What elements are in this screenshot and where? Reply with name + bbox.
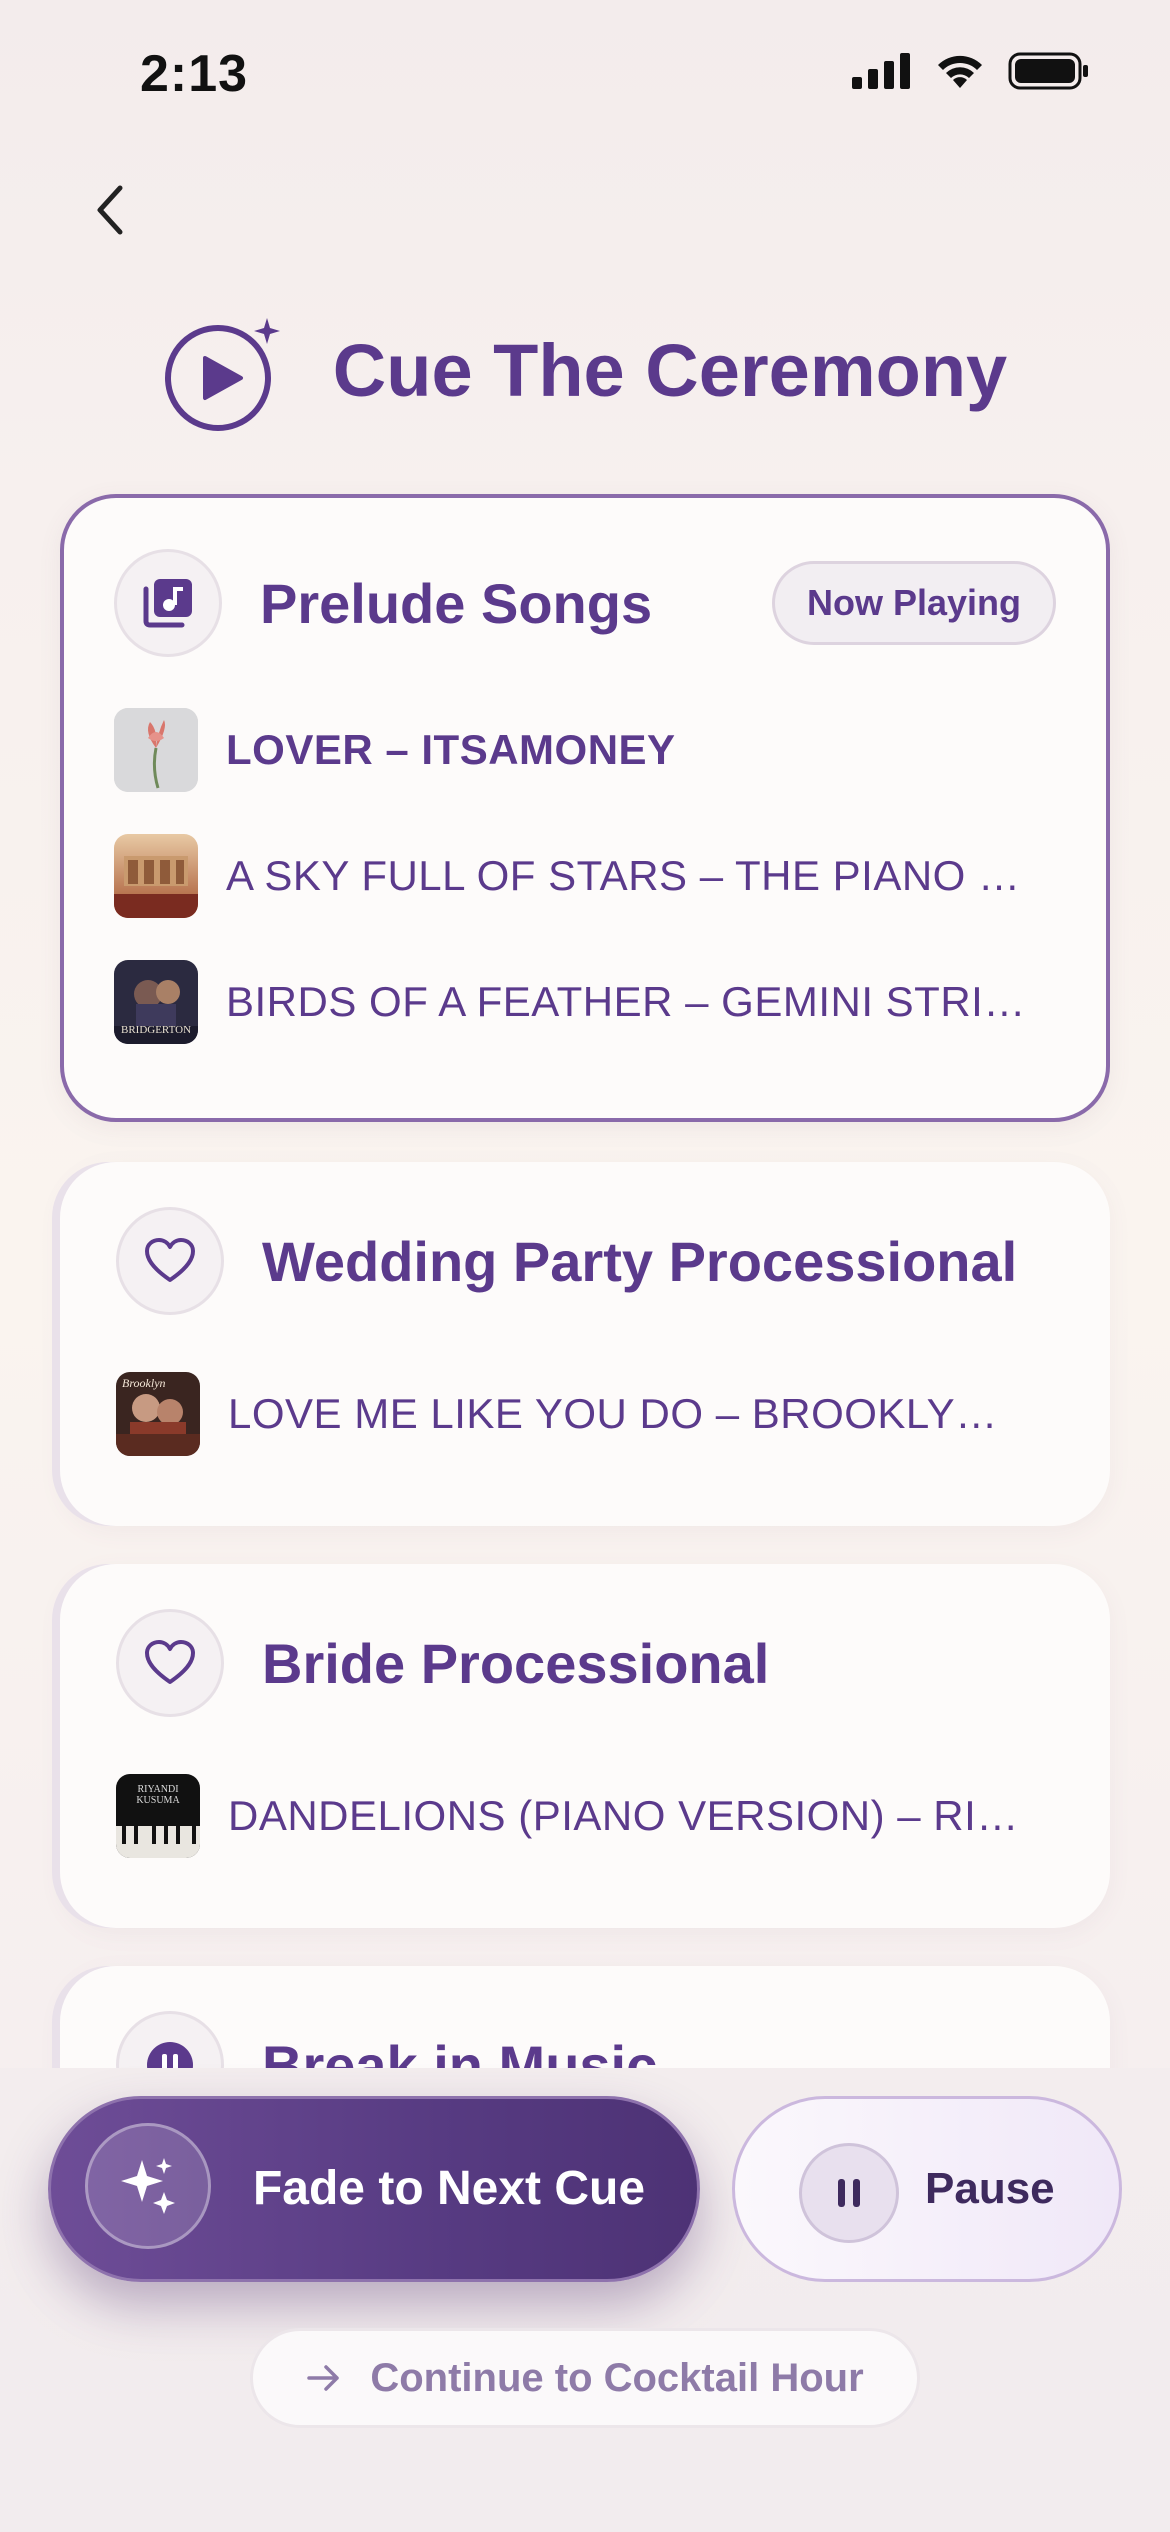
arrow-right-icon: [307, 2365, 340, 2391]
album-art-flower: [114, 708, 198, 792]
cellular-signal-icon: [852, 53, 910, 89]
track-label: BIRDS OF A FEATHER – GEMINI STRINGS: [226, 978, 1026, 1025]
cue-title: Wedding Party Processional: [262, 1229, 1018, 1293]
track-label: DANDELIONS (PIANO VERSION) – RIYANDI KUS…: [228, 1792, 1028, 1839]
play-sparkle-icon: [163, 310, 283, 431]
album-art-piano: [114, 834, 198, 918]
heart-icon: [116, 1207, 224, 1315]
heart-icon: [116, 1609, 224, 1717]
page-header: Cue The Ceremony: [0, 300, 1170, 440]
cue-card-bride[interactable]: Bride Processional RIYANDI KUSUMA DANDEL…: [60, 1564, 1110, 1928]
track-list: LOVER – ITSAMONEY A SKY FULL OF STARS – …: [114, 708, 1056, 1086]
pause-icon: [799, 2143, 899, 2243]
track-row[interactable]: A SKY FULL OF STARS – THE PIANO GUYS: [114, 834, 1056, 918]
track-label: LOVER – ITSAMONEY: [226, 726, 676, 773]
track-label: LOVE ME LIKE YOU DO – BROOKLYN DUO: [228, 1390, 1028, 1437]
back-button[interactable]: [80, 180, 140, 240]
album-art-bridgerton: BRIDGERTON: [114, 960, 198, 1044]
album-art-text: BRIDGERTON: [120, 1024, 192, 1036]
wifi-icon: [938, 55, 982, 88]
track-row[interactable]: RIYANDI KUSUMA DANDELIONS (PIANO VERSION…: [116, 1774, 1060, 1858]
track-row[interactable]: LOVER – ITSAMONEY: [114, 708, 1056, 792]
album-art-text: Brooklyn: [122, 1376, 166, 1390]
cue-card-prelude[interactable]: Prelude Songs Now Playing LOVER – ITSAMO…: [60, 494, 1110, 1122]
cue-card-wedding-party[interactable]: Wedding Party Processional Brooklyn LOVE…: [60, 1162, 1110, 1526]
sparkles-icon: [85, 2123, 211, 2249]
continue-to-cocktail-hour-button[interactable]: Continue to Cocktail Hour: [250, 2328, 920, 2428]
cue-title: Bride Processional: [262, 1631, 770, 1695]
status-icons: [852, 52, 1090, 90]
status-time: 2:13: [140, 45, 249, 103]
chevron-left-icon: [97, 185, 123, 235]
album-art-brooklyn: Brooklyn: [116, 1372, 200, 1456]
cue-title: Prelude Songs: [260, 571, 653, 635]
track-row[interactable]: Brooklyn LOVE ME LIKE YOU DO – BROOKLYN …: [116, 1372, 1060, 1456]
cue-card-header: Wedding Party Processional: [116, 1206, 1060, 1316]
track-list: Brooklyn LOVE ME LIKE YOU DO – BROOKLYN …: [116, 1372, 1060, 1498]
battery-icon: [1008, 52, 1088, 90]
pause-button[interactable]: Pause: [732, 2096, 1122, 2282]
track-row[interactable]: BRIDGERTON BIRDS OF A FEATHER – GEMINI S…: [114, 960, 1056, 1044]
page-title: Cue The Ceremony: [332, 328, 1008, 412]
now-playing-badge: Now Playing: [771, 561, 1056, 645]
cue-card-header: Bride Processional: [116, 1608, 1060, 1718]
status-bar: 2:13: [0, 0, 1170, 150]
music-library-icon: [114, 549, 222, 657]
cue-card-header: Prelude Songs Now Playing: [114, 548, 1056, 658]
track-label: A SKY FULL OF STARS – THE PIANO GUYS: [226, 852, 1026, 899]
fade-to-next-cue-button[interactable]: Fade to Next Cue: [48, 2096, 700, 2282]
album-art-text: RIYANDI KUSUMA: [136, 1784, 180, 1806]
track-list: RIYANDI KUSUMA DANDELIONS (PIANO VERSION…: [116, 1774, 1060, 1900]
album-art-riyandi: RIYANDI KUSUMA: [116, 1774, 200, 1858]
continue-label: Continue to Cocktail Hour: [370, 2355, 864, 2400]
pause-button-label: Pause: [925, 2164, 1055, 2213]
fade-button-label: Fade to Next Cue: [252, 2162, 646, 2215]
